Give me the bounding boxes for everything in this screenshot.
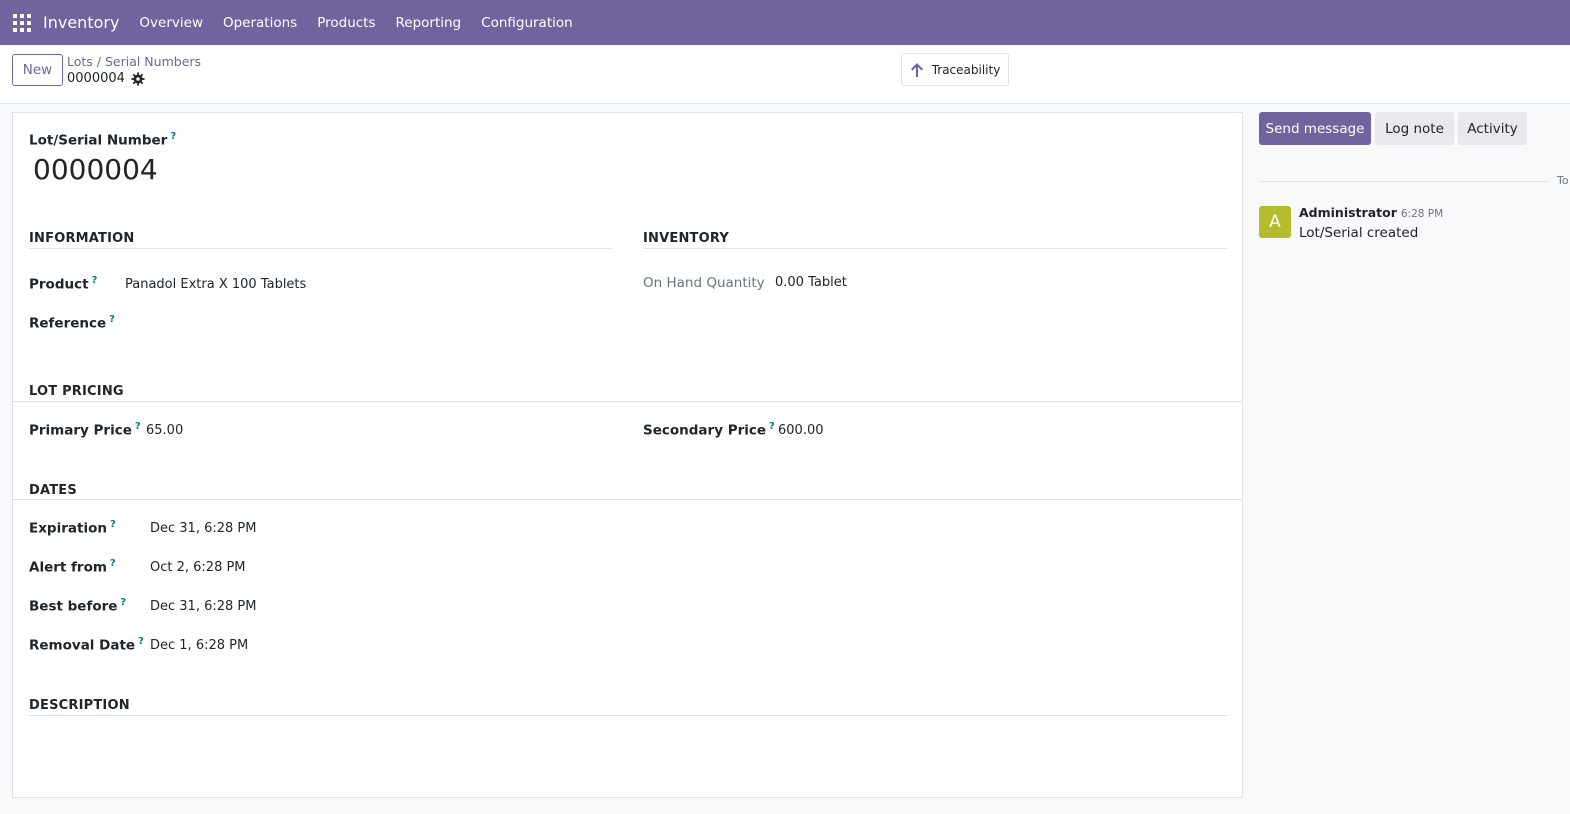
best-before-label: Best before? [29, 597, 126, 615]
help-icon[interactable]: ? [92, 275, 98, 286]
lot-label-text: Lot/Serial Number [29, 132, 168, 149]
primary-price-field[interactable]: 65.00 [146, 423, 183, 438]
breadcrumb-lots[interactable]: Lots / Serial Numbers [67, 54, 201, 69]
expiration-date-field[interactable]: Dec 31, 6:28 PM [150, 521, 256, 536]
product-field[interactable]: Panadol Extra X 100 Tablets [125, 277, 306, 292]
help-icon[interactable]: ? [135, 421, 141, 432]
menu-products[interactable]: Products [307, 15, 385, 31]
traceability-button[interactable]: Traceability [901, 53, 1009, 86]
app-name[interactable]: Inventory [43, 13, 119, 32]
removal-date-field[interactable]: Dec 1, 6:28 PM [150, 638, 248, 653]
section-divider [13, 499, 1242, 500]
menu-configuration[interactable]: Configuration [471, 15, 583, 31]
section-divider [643, 248, 1227, 249]
removal-date-label-text: Removal Date [29, 637, 136, 654]
onhand-label: On Hand Quantity [643, 275, 765, 291]
traceability-label: Traceability [931, 62, 1001, 77]
secondary-price-label: Secondary Price? [643, 421, 775, 439]
breadcrumb-current: 0000004 [67, 71, 145, 86]
secondary-price-field[interactable]: 600.00 [778, 423, 824, 438]
product-label: Product? [29, 275, 97, 293]
arrow-up-icon [910, 62, 923, 77]
chatter-separator-label: To [1557, 174, 1569, 187]
message-author: Administrator 6:28 PM [1299, 205, 1443, 220]
description-editor[interactable] [29, 723, 1227, 783]
product-label-text: Product [29, 276, 89, 293]
activity-button[interactable]: Activity [1458, 112, 1527, 145]
alert-date-field[interactable]: Oct 2, 6:28 PM [150, 560, 246, 575]
log-note-button[interactable]: Log note [1375, 112, 1454, 145]
help-icon[interactable]: ? [769, 421, 775, 432]
chatter-date-separator [1259, 181, 1549, 182]
alert-label: Alert from? [29, 558, 116, 576]
new-button[interactable]: New [12, 54, 63, 86]
section-information-title: INFORMATION [29, 231, 135, 246]
expiration-label-text: Expiration [29, 520, 107, 537]
reference-label-text: Reference [29, 315, 107, 332]
record-name: 0000004 [67, 71, 125, 86]
message-author-name[interactable]: Administrator [1299, 205, 1397, 220]
top-navbar: Inventory Overview Operations Products R… [0, 0, 1570, 45]
alert-label-text: Alert from [29, 559, 107, 576]
send-message-button[interactable]: Send message [1259, 112, 1371, 145]
help-icon[interactable]: ? [120, 597, 126, 608]
secondary-price-label-text: Secondary Price [643, 422, 767, 439]
best-before-label-text: Best before [29, 598, 118, 615]
best-before-date-field[interactable]: Dec 31, 6:28 PM [150, 599, 256, 614]
gear-icon[interactable] [131, 71, 145, 86]
section-divider [29, 715, 1227, 716]
lot-number-input[interactable]: 0000004 [33, 153, 158, 186]
primary-price-label: Primary Price? [29, 421, 141, 439]
control-panel: New Lots / Serial Numbers 0000004 Tracea… [0, 45, 1570, 104]
reference-label: Reference? [29, 314, 115, 332]
onhand-value: 0.00 Tablet [775, 275, 847, 290]
expiration-label: Expiration? [29, 519, 116, 537]
help-icon[interactable]: ? [109, 314, 115, 325]
avatar[interactable]: A [1259, 206, 1291, 238]
menu-overview[interactable]: Overview [129, 15, 213, 31]
section-divider [13, 401, 1242, 402]
section-pricing-title: LOT PRICING [29, 384, 124, 399]
section-dates-title: DATES [29, 483, 77, 498]
reference-field[interactable] [125, 311, 605, 333]
apps-menu-icon[interactable] [13, 13, 31, 32]
help-icon[interactable]: ? [110, 519, 116, 530]
lot-label: Lot/Serial Number? [29, 131, 176, 149]
section-divider [29, 248, 612, 249]
menu-operations[interactable]: Operations [213, 15, 307, 31]
primary-price-label-text: Primary Price [29, 422, 132, 439]
help-icon[interactable]: ? [110, 558, 116, 569]
message-time: 6:28 PM [1400, 208, 1444, 220]
help-icon[interactable]: ? [138, 636, 144, 647]
form-sheet: Lot/Serial Number? 0000004 INFORMATION P… [12, 112, 1243, 798]
section-inventory-title: INVENTORY [643, 231, 729, 246]
section-description-title: DESCRIPTION [29, 698, 130, 713]
removal-date-label: Removal Date? [29, 636, 144, 654]
menu-reporting[interactable]: Reporting [386, 15, 472, 31]
help-icon[interactable]: ? [170, 131, 176, 142]
message-body: Lot/Serial created [1299, 225, 1419, 241]
